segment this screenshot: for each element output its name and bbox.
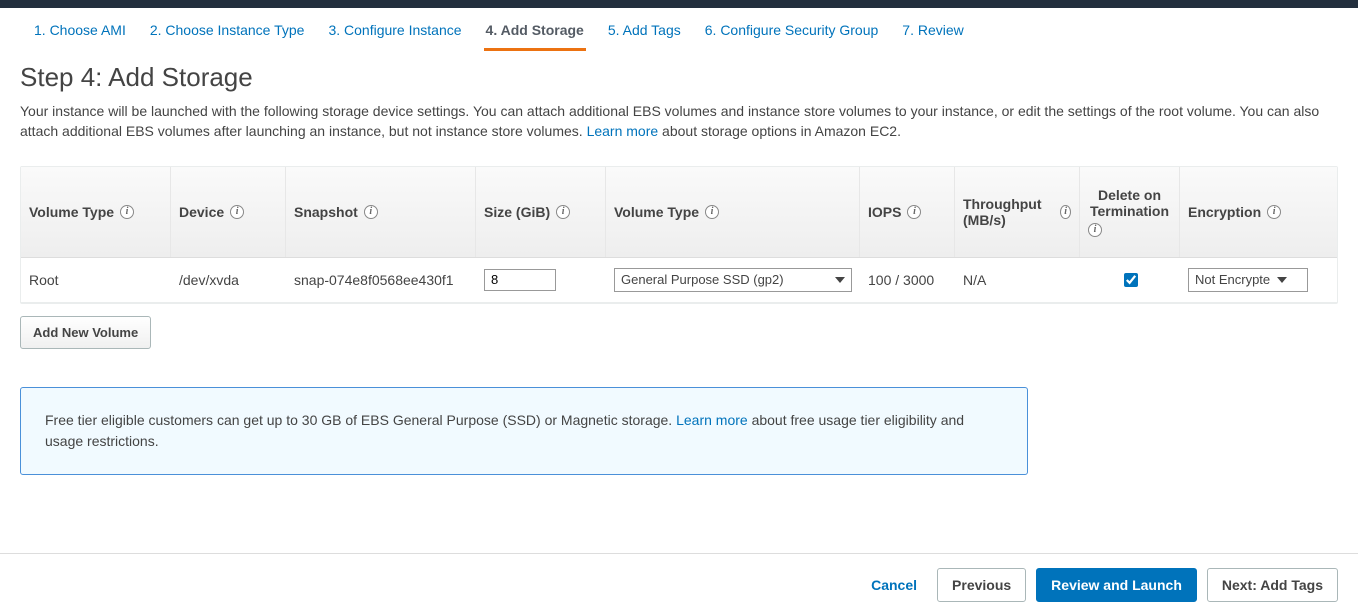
wizard-step-review[interactable]: 7. Review xyxy=(900,16,965,51)
volume-type-select-value: General Purpose SSD (gp2) xyxy=(621,272,784,287)
delete-on-termination-checkbox[interactable] xyxy=(1124,273,1138,287)
size-input[interactable] xyxy=(484,269,556,291)
cancel-button[interactable]: Cancel xyxy=(861,569,927,601)
wizard-step-choose-instance-type[interactable]: 2. Choose Instance Type xyxy=(148,16,307,51)
header-throughput: Throughput (MB/s) i xyxy=(955,167,1080,257)
volume-type-select[interactable]: General Purpose SSD (gp2) xyxy=(614,268,852,292)
header-throughput-label: Throughput (MB/s) xyxy=(963,196,1054,228)
header-iops: IOPS i xyxy=(860,167,955,257)
header-size: Size (GiB) i xyxy=(476,167,606,257)
header-snapshot-label: Snapshot xyxy=(294,204,358,220)
next-button[interactable]: Next: Add Tags xyxy=(1207,568,1338,602)
volumes-table: Volume Type i Device i Snapshot i Size (… xyxy=(20,166,1338,304)
header-volume-type-2-label: Volume Type xyxy=(614,204,699,220)
review-and-launch-button[interactable]: Review and Launch xyxy=(1036,568,1197,602)
cell-iops: 100 / 3000 xyxy=(860,272,955,288)
header-volume-type-2: Volume Type i xyxy=(606,167,860,257)
cell-encryption: Not Encrypte xyxy=(1180,268,1335,292)
info-icon[interactable]: i xyxy=(1088,223,1102,237)
wizard-nav: 1. Choose AMI 2. Choose Instance Type 3.… xyxy=(0,8,1358,52)
cell-device: /dev/xvda xyxy=(171,272,286,288)
learn-more-link[interactable]: Learn more xyxy=(587,123,659,139)
description-post: about storage options in Amazon EC2. xyxy=(662,123,901,139)
cell-delete-on-termination xyxy=(1080,270,1180,290)
page-description: Your instance will be launched with the … xyxy=(20,101,1320,142)
header-volume-type-1-label: Volume Type xyxy=(29,204,114,220)
info-icon[interactable]: i xyxy=(1060,205,1071,219)
footer: Cancel Previous Review and Launch Next: … xyxy=(0,553,1358,616)
page-title: Step 4: Add Storage xyxy=(20,62,1338,93)
notice-text-pre: Free tier eligible customers can get up … xyxy=(45,412,672,428)
wizard-step-configure-instance[interactable]: 3. Configure Instance xyxy=(326,16,463,51)
encryption-select[interactable]: Not Encrypte xyxy=(1188,268,1308,292)
header-delete-on-termination: Delete on Termination i xyxy=(1080,167,1180,257)
info-icon[interactable]: i xyxy=(1267,205,1281,219)
chevron-down-icon xyxy=(835,277,845,283)
cell-volume-type-1: Root xyxy=(21,272,171,288)
add-new-volume-button[interactable]: Add New Volume xyxy=(20,316,151,349)
notice-learn-more-link[interactable]: Learn more xyxy=(676,412,748,428)
encryption-select-value: Not Encrypte xyxy=(1195,272,1270,287)
cell-size xyxy=(476,269,606,291)
header-snapshot: Snapshot i xyxy=(286,167,476,257)
cell-snapshot: snap-074e8f0568ee430f1 xyxy=(286,272,476,288)
free-tier-notice: Free tier eligible customers can get up … xyxy=(20,387,1028,475)
header-volume-type-1: Volume Type i xyxy=(21,167,171,257)
header-device: Device i xyxy=(171,167,286,257)
header-iops-label: IOPS xyxy=(868,204,901,220)
header-dot-label: Delete on Termination xyxy=(1088,187,1171,219)
cell-throughput: N/A xyxy=(955,272,1080,288)
wizard-step-add-storage[interactable]: 4. Add Storage xyxy=(484,16,586,51)
header-encryption-label: Encryption xyxy=(1188,204,1261,220)
table-row: Root /dev/xvda snap-074e8f0568ee430f1 Ge… xyxy=(21,258,1337,303)
info-icon[interactable]: i xyxy=(230,205,244,219)
previous-button[interactable]: Previous xyxy=(937,568,1026,602)
top-bar xyxy=(0,0,1358,8)
header-size-label: Size (GiB) xyxy=(484,204,550,220)
info-icon[interactable]: i xyxy=(705,205,719,219)
info-icon[interactable]: i xyxy=(556,205,570,219)
info-icon[interactable]: i xyxy=(907,205,921,219)
table-header-row: Volume Type i Device i Snapshot i Size (… xyxy=(21,167,1337,258)
cell-volume-type-2: General Purpose SSD (gp2) xyxy=(606,268,860,292)
wizard-step-configure-security-group[interactable]: 6. Configure Security Group xyxy=(703,16,881,51)
wizard-step-add-tags[interactable]: 5. Add Tags xyxy=(606,16,683,51)
header-encryption: Encryption i xyxy=(1180,167,1335,257)
info-icon[interactable]: i xyxy=(120,205,134,219)
info-icon[interactable]: i xyxy=(364,205,378,219)
wizard-step-choose-ami[interactable]: 1. Choose AMI xyxy=(32,16,128,51)
header-device-label: Device xyxy=(179,204,224,220)
chevron-down-icon xyxy=(1277,277,1287,283)
